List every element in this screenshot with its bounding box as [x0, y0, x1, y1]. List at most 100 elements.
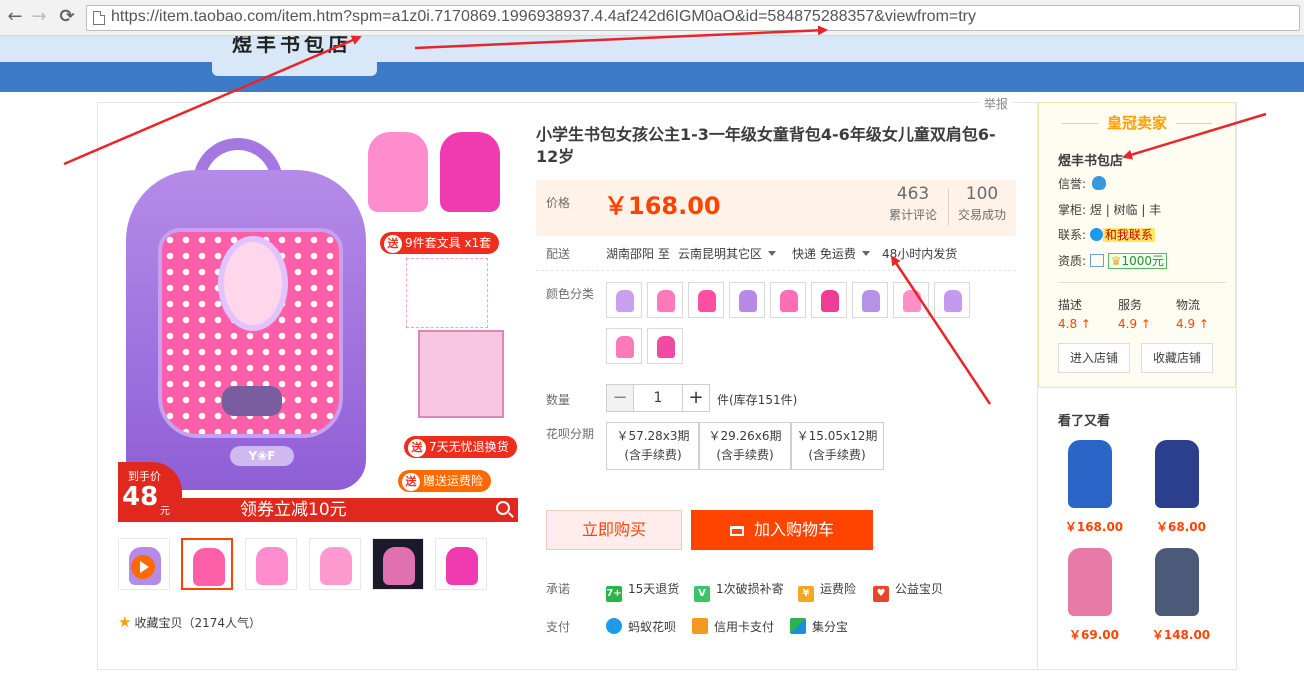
- color-swatch[interactable]: [647, 328, 683, 364]
- recommended-product-price[interactable]: ￥68.00: [1141, 518, 1221, 535]
- thumbnail-5[interactable]: [435, 538, 487, 590]
- cart-icon: [729, 526, 744, 536]
- installment-option-3[interactable]: ￥57.28x3期 (含手续费): [606, 422, 700, 470]
- recommended-product-price[interactable]: ￥69.00: [1054, 626, 1134, 643]
- insurance-icon: ¥: [798, 586, 814, 602]
- color-label: 颜色分类: [546, 287, 595, 301]
- price-value: ￥168.00: [604, 192, 721, 220]
- installment-option-6[interactable]: ￥29.26x6期 (含手续费): [698, 422, 792, 470]
- rating-logistics: 物流 4.9 ↑: [1176, 298, 1209, 331]
- pink-bag-thumbnail: [368, 132, 428, 212]
- promise-charity[interactable]: ♥ 公益宝贝: [873, 580, 943, 602]
- coupon-banner: 领券立减10元: [182, 498, 518, 522]
- color-swatch[interactable]: [934, 282, 970, 318]
- thumbnail-4[interactable]: [372, 538, 424, 590]
- price-label: 价格: [546, 196, 571, 210]
- recommended-product-price[interactable]: ￥168.00: [1054, 518, 1134, 535]
- price-box: 价格 ￥168.00 463 累计评论 100 交易成功: [536, 180, 1016, 236]
- payment-huabei[interactable]: 蚂蚁花呗: [606, 618, 676, 635]
- thumbnail-2[interactable]: [245, 538, 297, 590]
- quantity-increase-button[interactable]: +: [682, 384, 710, 412]
- recommended-product-image[interactable]: [1141, 544, 1221, 622]
- rating-service: 服务 4.9 ↑: [1118, 298, 1151, 331]
- enter-shop-button[interactable]: 进入店铺: [1058, 343, 1130, 373]
- promise-returns[interactable]: 7+ 15天退货: [606, 580, 679, 602]
- sequin-bow: [222, 386, 282, 416]
- page-icon: [93, 11, 105, 25]
- promise-damage[interactable]: V 1次破损补寄: [694, 580, 784, 602]
- quantity-decrease-button[interactable]: −: [606, 384, 634, 412]
- color-swatch[interactable]: [688, 282, 724, 318]
- credit-card-icon: [692, 618, 708, 634]
- color-swatch[interactable]: [852, 282, 888, 318]
- huabei-icon: [606, 618, 622, 634]
- payment-label: 支付: [546, 620, 571, 634]
- magenta-bag-thumbnail: [440, 132, 500, 212]
- contact-seller-button[interactable]: 和我联系: [1102, 228, 1155, 242]
- thumbnail-1[interactable]: [181, 538, 233, 590]
- deposit-badge[interactable]: ♛1000元: [1107, 253, 1168, 269]
- promise-label: 承诺: [546, 582, 571, 596]
- recommended-product-price[interactable]: ￥148.00: [1141, 626, 1221, 643]
- bag-logo: Y❀F: [230, 446, 294, 466]
- recommended-product-image[interactable]: [1141, 436, 1221, 514]
- product-title: 小学生书包女孩公主1-3一年级女童背包4-6年级女儿童双肩包6-12岁: [536, 125, 996, 166]
- play-icon[interactable]: [131, 555, 155, 579]
- gift-tag-returns: 送 7天无忧退换货: [404, 436, 517, 458]
- payment-credit-card[interactable]: 信用卡支付: [692, 618, 774, 635]
- favorite-shop-button[interactable]: 收藏店铺: [1141, 343, 1213, 373]
- color-swatch[interactable]: [729, 282, 765, 318]
- color-swatch[interactable]: [606, 282, 642, 318]
- recommended-product-image[interactable]: [1054, 436, 1134, 514]
- payment-jifenbao[interactable]: 集分宝: [790, 618, 848, 635]
- shipping-destination[interactable]: 云南昆明其它区: [678, 245, 777, 262]
- color-swatch[interactable]: [893, 282, 929, 318]
- reload-icon[interactable]: ⟳: [56, 6, 78, 28]
- forward-icon[interactable]: →: [28, 6, 50, 28]
- address-bar[interactable]: https://item.taobao.com/item.htm?spm=a1z…: [86, 5, 1300, 31]
- shop-logo-text: 煜丰书包店: [232, 36, 352, 56]
- reviews-stat[interactable]: 463 累计评论: [888, 184, 938, 223]
- shop-qualification: 资质: ♛1000元: [1058, 252, 1168, 269]
- stationery-gift-box: [418, 330, 504, 418]
- chat-icon: [1089, 228, 1103, 241]
- see-also-title: 看了又看: [1058, 414, 1111, 429]
- shop-name[interactable]: 煜丰书包店: [1058, 150, 1123, 169]
- promise-insurance[interactable]: ¥ 运费险: [798, 580, 856, 602]
- shop-nav-bar: [0, 62, 1304, 92]
- buy-now-button[interactable]: 立即购买: [546, 510, 682, 550]
- thumbnail-video[interactable]: [118, 538, 170, 590]
- returns-icon: 7+: [606, 586, 622, 602]
- zoom-icon[interactable]: [496, 501, 510, 515]
- color-swatch[interactable]: [647, 282, 683, 318]
- stock-text: 件(库存151件): [717, 393, 798, 407]
- star-icon: ★: [118, 613, 132, 631]
- jifenbao-icon: [790, 618, 806, 634]
- heart-icon: ♥: [873, 586, 889, 602]
- chevron-down-icon: [861, 251, 870, 256]
- gift-tag-insurance: 送赠送运费险: [398, 470, 492, 492]
- chevron-down-icon: [768, 251, 777, 256]
- url-text[interactable]: https://item.taobao.com/item.htm?spm=a1z…: [111, 8, 976, 26]
- color-swatch[interactable]: [606, 328, 642, 364]
- stationery-items: [406, 258, 488, 328]
- sales-stat: 100 交易成功: [957, 184, 1006, 222]
- report-link[interactable]: 举报: [980, 95, 1013, 112]
- main-product-image[interactable]: Y❀F 送 9件套文具 x1套 送 7天无忧退换货 送赠送运费险 到手价 48 元 …: [118, 118, 518, 522]
- seller-badge: 皇冠卖家: [1106, 114, 1167, 132]
- color-swatch[interactable]: [770, 282, 806, 318]
- shop-header: [0, 36, 1304, 62]
- quantity-input[interactable]: 1: [633, 384, 683, 412]
- recommended-product-image[interactable]: [1054, 544, 1134, 622]
- shield-icon: V: [694, 586, 710, 602]
- favorite-item[interactable]: ★ 收藏宝贝（2174人气）: [118, 613, 261, 631]
- installment-option-12[interactable]: ￥15.05x12期 (含手续费): [790, 422, 884, 470]
- shop-contact: 联系: 和我联系: [1058, 228, 1155, 242]
- back-icon[interactable]: ←: [4, 6, 26, 28]
- thumbnail-3[interactable]: [309, 538, 361, 590]
- shop-logo[interactable]: 煜丰书包店: [212, 36, 377, 76]
- shipping-label: 配送: [546, 247, 571, 261]
- add-to-cart-button[interactable]: 加入购物车: [691, 510, 873, 550]
- shipping-method[interactable]: 快递 免运费: [792, 245, 870, 262]
- color-swatch[interactable]: [811, 282, 847, 318]
